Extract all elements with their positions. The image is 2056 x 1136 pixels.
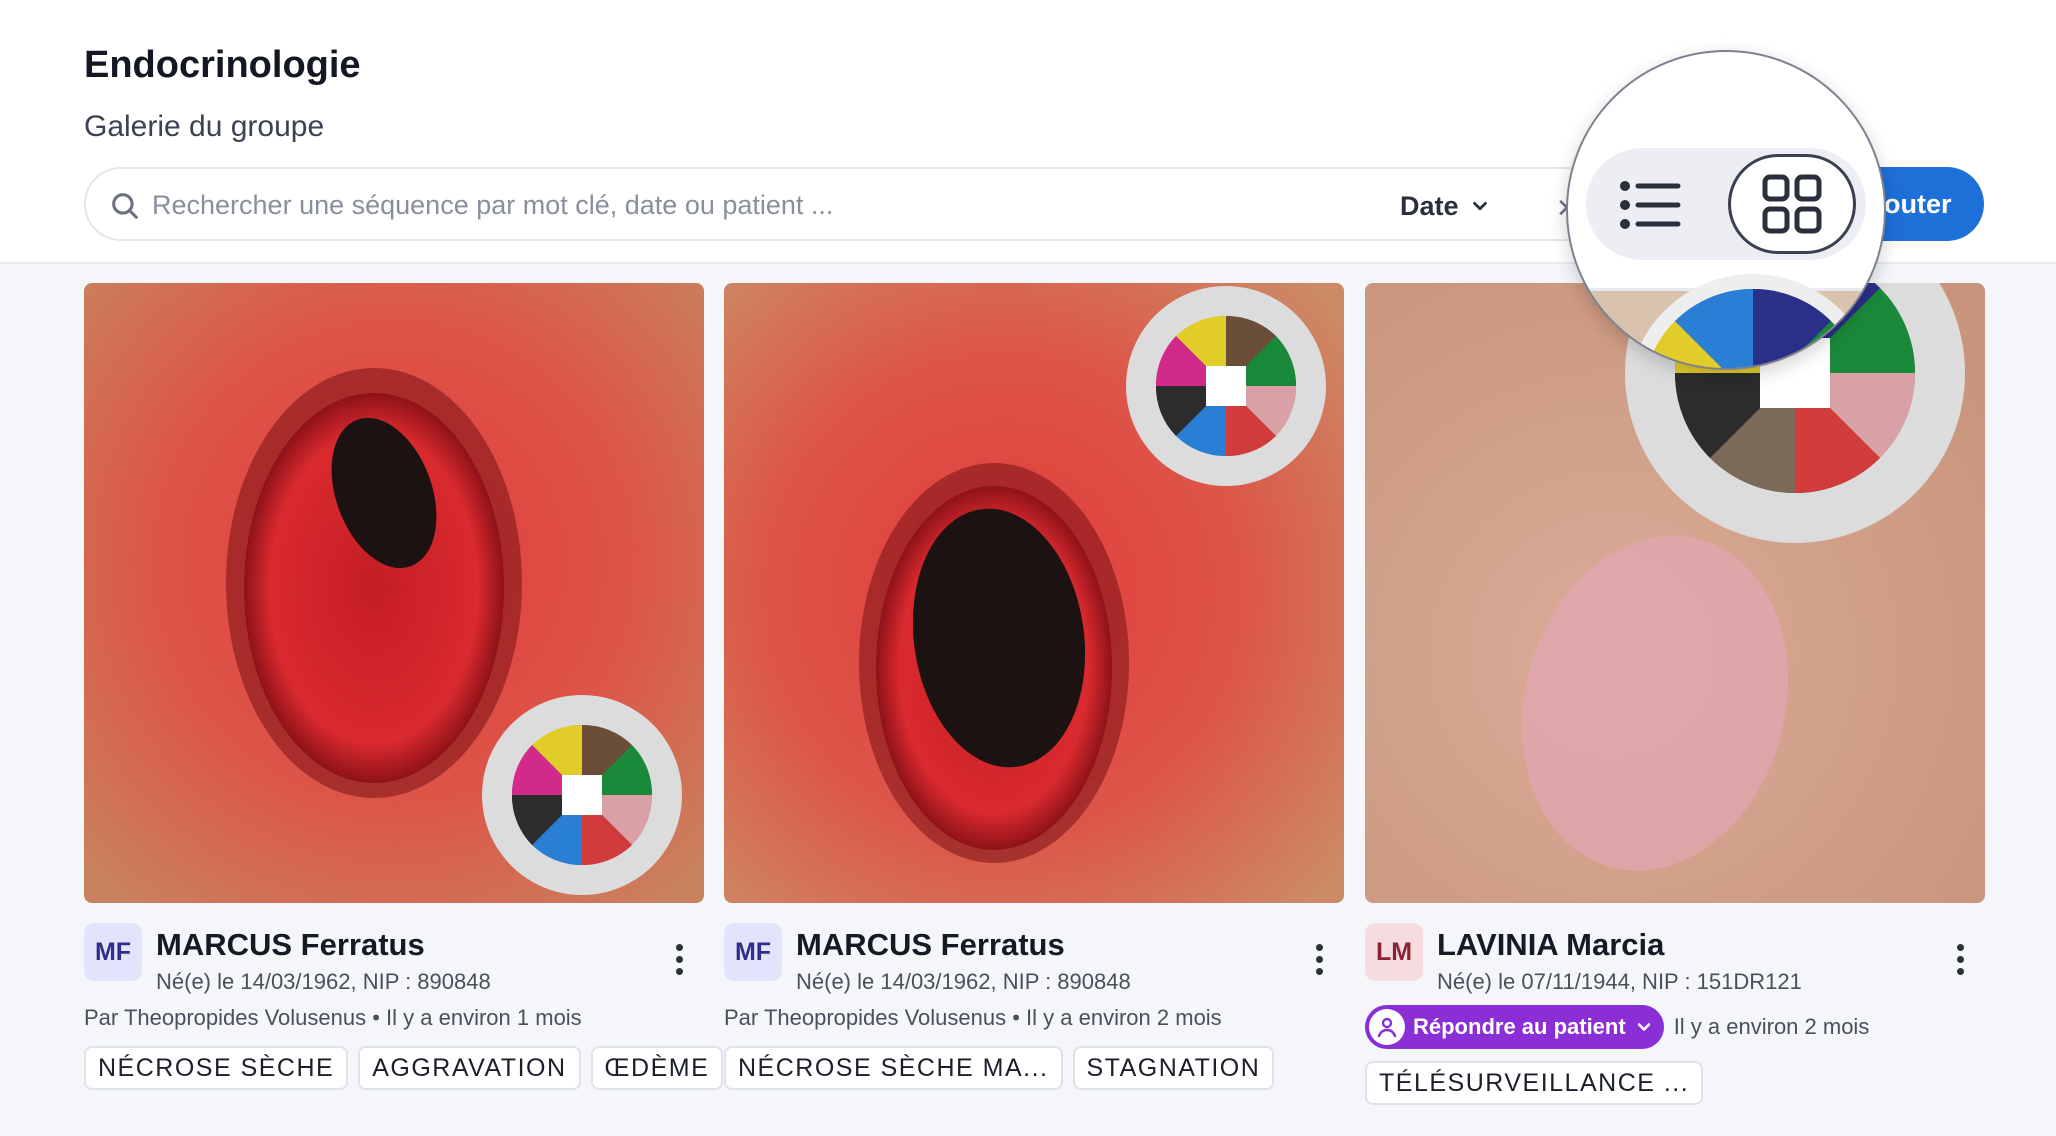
add-button-label: outer bbox=[1884, 188, 1952, 219]
tag[interactable]: NÉCROSE SÈCHE MA... bbox=[724, 1046, 1063, 1090]
page-title: Endocrinologie bbox=[84, 44, 361, 86]
patient-name[interactable]: MARCUS Ferratus bbox=[156, 927, 425, 963]
more-options-icon[interactable] bbox=[1304, 939, 1334, 979]
tag[interactable]: ŒDÈME bbox=[590, 1046, 724, 1090]
chevron-down-icon bbox=[1472, 201, 1487, 211]
grid-icon bbox=[1762, 174, 1822, 234]
patient-info: Né(e) le 07/11/1944, NIP : 151DR121 bbox=[1437, 969, 1802, 994]
wound-image[interactable] bbox=[724, 283, 1344, 903]
reply-button-label: Répondre au patient bbox=[1413, 1014, 1626, 1039]
search-input[interactable] bbox=[152, 183, 1352, 227]
time-ago: Il y a environ 2 mois bbox=[1673, 1014, 1870, 1039]
chevron-down-icon bbox=[1637, 1023, 1650, 1031]
magnifier-overlay bbox=[1566, 50, 1886, 370]
color-calibration-chart bbox=[1126, 286, 1326, 486]
avatar: MF bbox=[724, 923, 782, 981]
list-view-button[interactable] bbox=[1616, 170, 1686, 240]
avatar: MF bbox=[84, 923, 142, 981]
grid-view-button[interactable] bbox=[1728, 154, 1856, 254]
date-sort-dropdown[interactable]: Date bbox=[1400, 187, 1491, 225]
patient-info: Né(e) le 14/03/1962, NIP : 890848 bbox=[796, 969, 1131, 994]
tag[interactable]: TÉLÉSURVEILLANCE ... bbox=[1365, 1061, 1704, 1105]
tag-list: NÉCROSE SÈCHE AGGRAVATION ŒDÈME bbox=[84, 1046, 724, 1090]
skin-image[interactable] bbox=[1365, 283, 1985, 903]
author-line: Par Theopropides Volusenus • Il y a envi… bbox=[724, 1005, 1222, 1030]
user-icon bbox=[1369, 1009, 1405, 1045]
more-options-icon[interactable] bbox=[664, 939, 694, 979]
tag[interactable]: STAGNATION bbox=[1072, 1046, 1275, 1090]
tag-list: NÉCROSE SÈCHE MA... STAGNATION bbox=[724, 1046, 1275, 1090]
date-sort-label: Date bbox=[1400, 190, 1459, 221]
reply-row: Répondre au patient Il y a environ 2 moi… bbox=[1365, 1005, 1869, 1049]
page-subtitle: Galerie du groupe bbox=[84, 110, 325, 143]
tag-list: TÉLÉSURVEILLANCE ... bbox=[1365, 1061, 1704, 1105]
patient-name[interactable]: MARCUS Ferratus bbox=[796, 927, 1065, 963]
color-calibration-chart bbox=[482, 695, 682, 895]
patient-name[interactable]: LAVINIA Marcia bbox=[1437, 927, 1664, 963]
author-line: Par Theopropides Volusenus • Il y a envi… bbox=[84, 1005, 582, 1030]
search-bar[interactable]: Date ✕ bbox=[84, 167, 1604, 241]
tag[interactable]: AGGRAVATION bbox=[358, 1046, 581, 1090]
search-icon bbox=[112, 193, 138, 219]
wound-image[interactable] bbox=[84, 283, 704, 903]
avatar: LM bbox=[1365, 923, 1423, 981]
view-toggle bbox=[1586, 148, 1866, 260]
tag[interactable]: NÉCROSE SÈCHE bbox=[84, 1046, 349, 1090]
magnified-color-chart bbox=[1628, 274, 1878, 368]
more-options-icon[interactable] bbox=[1945, 939, 1975, 979]
reply-to-patient-button[interactable]: Répondre au patient bbox=[1365, 1005, 1664, 1049]
patient-info: Né(e) le 14/03/1962, NIP : 890848 bbox=[156, 969, 491, 994]
list-icon bbox=[1620, 181, 1681, 229]
